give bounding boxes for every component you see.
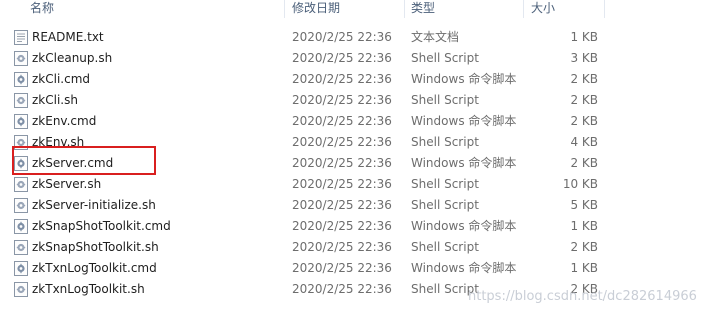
column-header-size[interactable]: 大小 [525,0,605,18]
column-divider[interactable] [604,0,605,18]
file-row[interactable]: zkCli.cmd 2020/2/25 22:36 Windows 命令脚本 2 KB [0,69,713,90]
script-file-icon [14,198,28,213]
file-name[interactable]: README.txt [32,27,282,48]
file-name[interactable]: zkTxnLogToolkit.cmd [32,258,282,279]
file-size: 10 KB [562,177,598,191]
file-type: Windows 命令脚本 [411,219,517,233]
file-date: 2020/2/25 22:36 [292,30,392,44]
cmd-file-icon [14,114,28,129]
file-date: 2020/2/25 22:36 [292,156,392,170]
file-date: 2020/2/25 22:36 [292,93,392,107]
file-date: 2020/2/25 22:36 [292,282,392,296]
column-header-date[interactable]: 修改日期 [286,0,396,18]
file-name[interactable]: zkEnv.cmd [32,111,282,132]
file-date: 2020/2/25 22:36 [292,261,392,275]
watermark: https://blog.csdn.net/dc282614966 [468,289,697,304]
column-divider[interactable] [523,0,524,18]
file-size: 2 KB [570,240,598,254]
script-file-icon [14,93,28,108]
column-header-type[interactable]: 类型 [405,0,515,18]
file-name[interactable]: zkSnapShotToolkit.sh [32,237,282,258]
column-divider[interactable] [284,0,285,18]
file-row[interactable]: zkEnv.cmd 2020/2/25 22:36 Windows 命令脚本 2 KB [0,111,713,132]
file-row[interactable]: zkCli.sh 2020/2/25 22:36 Shell Script 2 KB [0,90,713,111]
file-row[interactable]: zkSnapShotToolkit.cmd 2020/2/25 22:36 Wind… [0,216,713,237]
file-size: 1 KB [570,219,598,233]
file-date: 2020/2/25 22:36 [292,135,392,149]
script-file-icon [14,282,28,297]
file-row[interactable]: zkSnapShotToolkit.sh 2020/2/25 22:36 Shell… [0,237,713,258]
file-type: 文本文档 [411,30,460,44]
file-date: 2020/2/25 22:36 [292,240,392,254]
file-row[interactable]: zkTxnLogToolkit.cmd 2020/2/25 22:36 Window… [0,258,713,279]
file-name[interactable]: zkCli.sh [32,90,282,111]
file-row[interactable]: README.txt 2020/2/25 22:36 文本文档 1 KB [0,27,713,48]
file-date: 2020/2/25 22:36 [292,114,392,128]
file-size: 3 KB [570,51,598,65]
file-row[interactable]: zkServer.sh 2020/2/25 22:36 Shell Script 10… [0,174,713,195]
file-type: Shell Script [411,240,479,254]
script-file-icon [14,51,28,66]
file-date: 2020/2/25 22:36 [292,72,392,86]
column-header: 名称 修改日期 类型 大小 [0,0,713,18]
file-name[interactable]: zkCleanup.sh [32,48,282,69]
file-type: Windows 命令脚本 [411,114,517,128]
file-size: 2 KB [570,72,598,86]
file-type: Shell Script [411,51,479,65]
file-type: Windows 命令脚本 [411,72,517,86]
cmd-file-icon [14,219,28,234]
file-type: Shell Script [411,135,479,149]
file-name[interactable]: zkServer-initialize.sh [32,195,282,216]
file-row[interactable]: zkServer-initialize.sh 2020/2/25 22:36 She… [0,195,713,216]
file-size: 4 KB [570,135,598,149]
cmd-file-icon [14,72,28,87]
file-size: 2 KB [570,156,598,170]
highlight-box [12,146,156,175]
file-name[interactable]: zkSnapShotToolkit.cmd [32,216,282,237]
file-name[interactable]: zkServer.sh [32,174,282,195]
file-type: Shell Script [411,93,479,107]
file-date: 2020/2/25 22:36 [292,219,392,233]
file-type: Shell Script [411,198,479,212]
file-name[interactable]: zkTxnLogToolkit.sh [32,279,282,300]
file-size: 1 KB [570,30,598,44]
file-type: Windows 命令脚本 [411,261,517,275]
file-size: 1 KB [570,261,598,275]
file-date: 2020/2/25 22:36 [292,177,392,191]
column-header-name[interactable]: 名称 [24,0,274,18]
script-file-icon [14,240,28,255]
file-size: 2 KB [570,114,598,128]
file-size: 2 KB [570,93,598,107]
file-size: 5 KB [570,198,598,212]
file-date: 2020/2/25 22:36 [292,198,392,212]
file-date: 2020/2/25 22:36 [292,51,392,65]
script-file-icon [14,177,28,192]
file-type: Shell Script [411,177,479,191]
file-type: Windows 命令脚本 [411,156,517,170]
cmd-file-icon [14,261,28,276]
text-file-icon [14,30,28,45]
file-row[interactable]: zkCleanup.sh 2020/2/25 22:36 Shell Script 3… [0,48,713,69]
file-name[interactable]: zkCli.cmd [32,69,282,90]
